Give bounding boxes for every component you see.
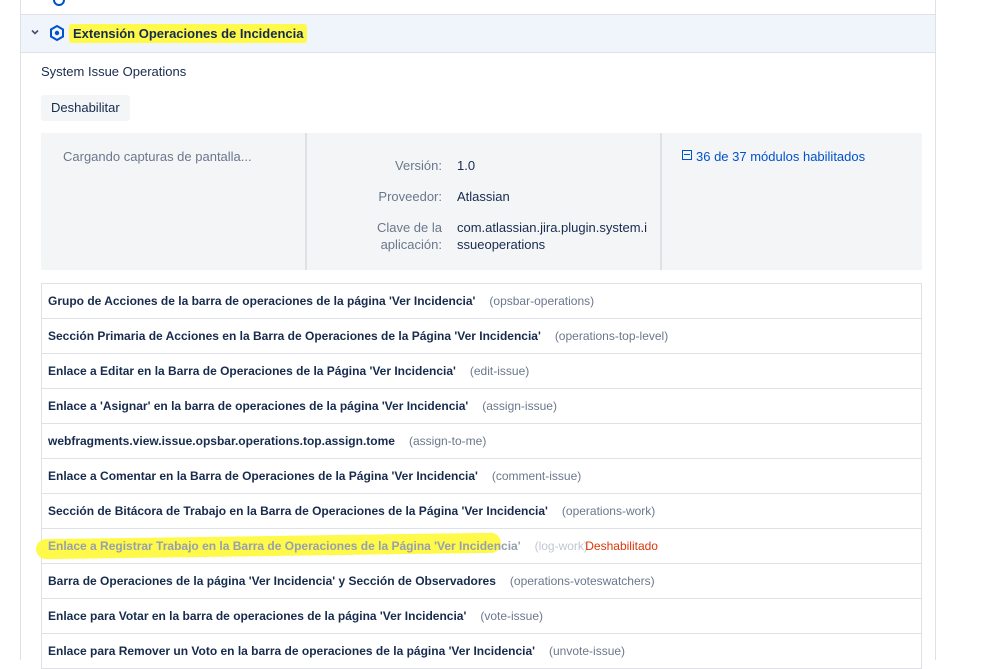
screenshots-column: Cargando capturas de pantalla... [41, 133, 307, 270]
modules-toggle-link[interactable]: 36 de 37 módulos habilitados [682, 149, 865, 164]
key-label-line1: Clave de la [376, 220, 442, 235]
module-key: (assign-issue) [482, 399, 557, 413]
module-key: (unvote-issue) [549, 644, 626, 658]
module-name: Grupo de Acciones de la barra de operaci… [48, 294, 476, 308]
key-label-line2: aplicación: [380, 237, 442, 252]
version-value: 1.0 [457, 158, 476, 173]
module-key: (operations-work) [561, 504, 656, 518]
disable-button[interactable]: Deshabilitar [41, 95, 130, 121]
vendor-label: Proveedor: [378, 189, 442, 204]
module-name: Enlace para Votar en la barra de operaci… [48, 609, 467, 623]
module-list: Grupo de Acciones de la barra de operaci… [35, 283, 922, 669]
key-value-line2: ssueoperations [457, 237, 546, 252]
module-key: (operations-voteswatchers) [509, 574, 655, 588]
module-key: (assign-to-me) [408, 434, 487, 448]
module-row: Enlace a Comentar en la Barra de Operaci… [41, 459, 922, 494]
module-row: Barra de Operaciones de la página 'Ver I… [41, 564, 922, 599]
previous-plugin-icon [53, 0, 65, 6]
module-key: (log-work) [534, 539, 588, 553]
module-row: Grupo de Acciones de la barra de operaci… [41, 283, 922, 319]
modules-column: 36 de 37 módulos habilitados [662, 133, 922, 270]
plugin-icon [49, 24, 65, 42]
module-name: Sección de Bitácora de Trabajo en la Bar… [48, 504, 548, 518]
module-row: Sección de Bitácora de Trabajo en la Bar… [41, 494, 922, 529]
module-name: Enlace a Comentar en la Barra de Operaci… [48, 469, 478, 483]
version-label: Versión: [395, 158, 442, 173]
plugin-title[interactable]: Extensión Operaciones de Incidencia [73, 26, 303, 41]
previous-plugin-row [21, 0, 935, 15]
module-row-disabled: Enlace a Registrar Trabajo en la Barra d… [35, 529, 922, 564]
module-name: Enlace para Remover un Voto en la barra … [48, 644, 535, 658]
module-row: Enlace para Votar en la barra de operaci… [41, 599, 922, 634]
plugin-description: System Issue Operations [41, 64, 187, 79]
module-row: Enlace para Remover un Voto en la barra … [41, 634, 922, 669]
module-name: Enlace a Registrar Trabajo en la Barra d… [48, 539, 521, 553]
collapse-icon[interactable] [682, 150, 692, 160]
module-name: Enlace a 'Asignar' en la barra de operac… [48, 399, 469, 413]
module-key: (opsbar-operations) [489, 294, 595, 308]
plugin-header[interactable]: Extensión Operaciones de Incidencia [21, 15, 935, 53]
modules-count-text[interactable]: 36 de 37 módulos habilitados [696, 149, 865, 164]
module-key: (vote-issue) [480, 609, 544, 623]
module-name: Enlace a Editar en la Barra de Operacion… [48, 364, 456, 378]
plugin-title-highlight: Extensión Operaciones de Incidencia [69, 24, 308, 43]
disabled-status-badge: Deshabilitado [585, 539, 658, 553]
vendor-value: Atlassian [457, 189, 510, 204]
module-name: Barra de Operaciones de la página 'Ver I… [48, 574, 496, 588]
module-key: (comment-issue) [491, 469, 582, 483]
plugin-info-box: Cargando capturas de pantalla... Versión… [41, 133, 922, 270]
details-column: Versión: 1.0 Proveedor: Atlassian Clave … [307, 133, 662, 270]
module-name: Sección Primaria de Acciones en la Barra… [48, 329, 541, 343]
module-key: (operations-top-level) [554, 329, 669, 343]
module-row: webfragments.view.issue.opsbar.operation… [41, 424, 922, 459]
module-row: Enlace a Editar en la Barra de Operacion… [41, 354, 922, 389]
module-key: (edit-issue) [469, 364, 530, 378]
module-name: webfragments.view.issue.opsbar.operation… [48, 434, 395, 448]
plugin-panel: Extensión Operaciones de Incidencia Syst… [20, 0, 936, 669]
chevron-down-icon[interactable] [30, 27, 42, 39]
module-row: Sección Primaria de Acciones en la Barra… [41, 319, 922, 354]
module-row: Enlace a 'Asignar' en la barra de operac… [41, 389, 922, 424]
key-value-line1: com.atlassian.jira.plugin.system.i [457, 220, 648, 235]
loading-screenshots-text: Cargando capturas de pantalla... [63, 149, 252, 164]
